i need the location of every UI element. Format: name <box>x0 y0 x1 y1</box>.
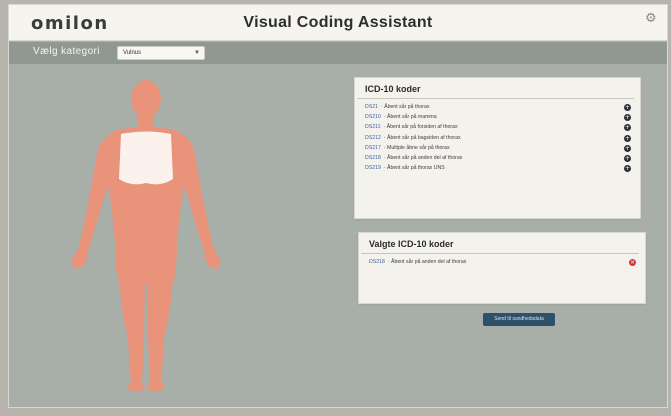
category-selected-value: Vulnus <box>123 50 142 56</box>
code-id: DS218 <box>369 259 385 265</box>
code-text: Åbent sår på mamma <box>387 114 437 121</box>
code-text: Åbent sår på anden del af thorax <box>391 259 467 265</box>
code-id: DS219 <box>365 165 381 172</box>
list-item[interactable]: DS219 · Åbent sår på thorax UNS + <box>365 163 632 173</box>
body-map[interactable] <box>61 79 231 394</box>
selected-codes-title: Valgte ICD-10 koder <box>361 233 639 254</box>
code-id: DS210 <box>365 114 381 121</box>
code-id: DS217 <box>365 144 381 151</box>
add-icon[interactable]: + <box>624 165 631 173</box>
remove-icon[interactable]: × <box>629 259 636 266</box>
code-id: DS218 <box>365 154 381 161</box>
body-thorax-highlight[interactable] <box>119 131 173 185</box>
gear-icon[interactable]: ⚙ <box>645 12 659 26</box>
header: omilon Visual Coding Assistant ⚙ <box>9 5 667 41</box>
list-item[interactable]: DS211 · Åbent sår på forsiden af thorax + <box>365 122 632 132</box>
icd-codes-list: DS21 · Åbent sår på thorax + DS210 · Åbent… <box>355 101 640 173</box>
body-left-foot[interactable] <box>127 383 145 391</box>
send-button[interactable]: Send til sundhedsdata <box>483 313 555 326</box>
body-left-leg[interactable] <box>119 279 145 387</box>
body-right-arm[interactable] <box>179 133 214 254</box>
code-text: Åbent sår på bagsiden af thorax <box>387 134 461 141</box>
body-neck[interactable] <box>138 114 154 128</box>
add-icon[interactable]: + <box>624 154 631 162</box>
code-text: Åbent sår på anden del af thorax <box>387 154 463 161</box>
category-label: Vælg kategori <box>33 46 100 57</box>
chevron-down-icon: ▼ <box>194 50 200 56</box>
body-right-leg[interactable] <box>147 279 173 387</box>
list-item[interactable]: DS210 · Åbent sår på mamma + <box>365 112 632 122</box>
body-head[interactable] <box>131 80 161 118</box>
page-title: Visual Coding Assistant <box>243 14 433 31</box>
code-id: DS211 <box>365 124 381 131</box>
code-text: Åbent sår på forsiden af thorax <box>386 124 458 131</box>
list-item[interactable]: DS217 · Multiple åbne sår på thorax + <box>365 143 632 153</box>
list-item[interactable]: DS218 · Åbent sår på anden del af thorax … <box>365 153 632 163</box>
category-bar: Vælg kategori Vulnus ▼ <box>9 42 667 64</box>
icd-codes-title: ICD-10 koder <box>357 78 634 99</box>
list-item[interactable]: DS21 · Åbent sår på thorax + <box>365 102 632 112</box>
body-right-foot[interactable] <box>147 383 165 391</box>
icd-codes-panel: ICD-10 koder DS21 · Åbent sår på thorax +… <box>354 77 641 219</box>
list-item[interactable]: DS218 · Åbent sår på anden del af thorax … <box>369 257 637 267</box>
add-icon[interactable]: + <box>624 144 631 152</box>
code-id: DS212 <box>365 134 381 141</box>
category-select[interactable]: Vulnus ▼ <box>117 46 205 60</box>
add-icon[interactable]: + <box>624 124 631 132</box>
add-icon[interactable]: + <box>624 114 631 122</box>
body-silhouette <box>71 80 221 391</box>
body-left-arm[interactable] <box>78 133 113 254</box>
selected-codes-list: DS218 · Åbent sår på anden del af thorax … <box>359 256 645 267</box>
selected-codes-panel: Valgte ICD-10 koder DS218 · Åbent sår på … <box>358 232 646 304</box>
code-text: Åbent sår på thorax <box>384 104 430 110</box>
list-item[interactable]: DS212 · Åbent sår på bagsiden af thorax + <box>365 133 632 143</box>
app-window: omilon Visual Coding Assistant ⚙ Vælg ka… <box>8 4 668 408</box>
add-icon[interactable]: + <box>624 104 631 111</box>
add-icon[interactable]: + <box>624 134 631 142</box>
code-text: Multiple åbne sår på thorax <box>387 144 450 151</box>
code-id: DS21 <box>365 104 378 110</box>
code-text: Åbent sår på thorax UNS <box>387 165 445 172</box>
